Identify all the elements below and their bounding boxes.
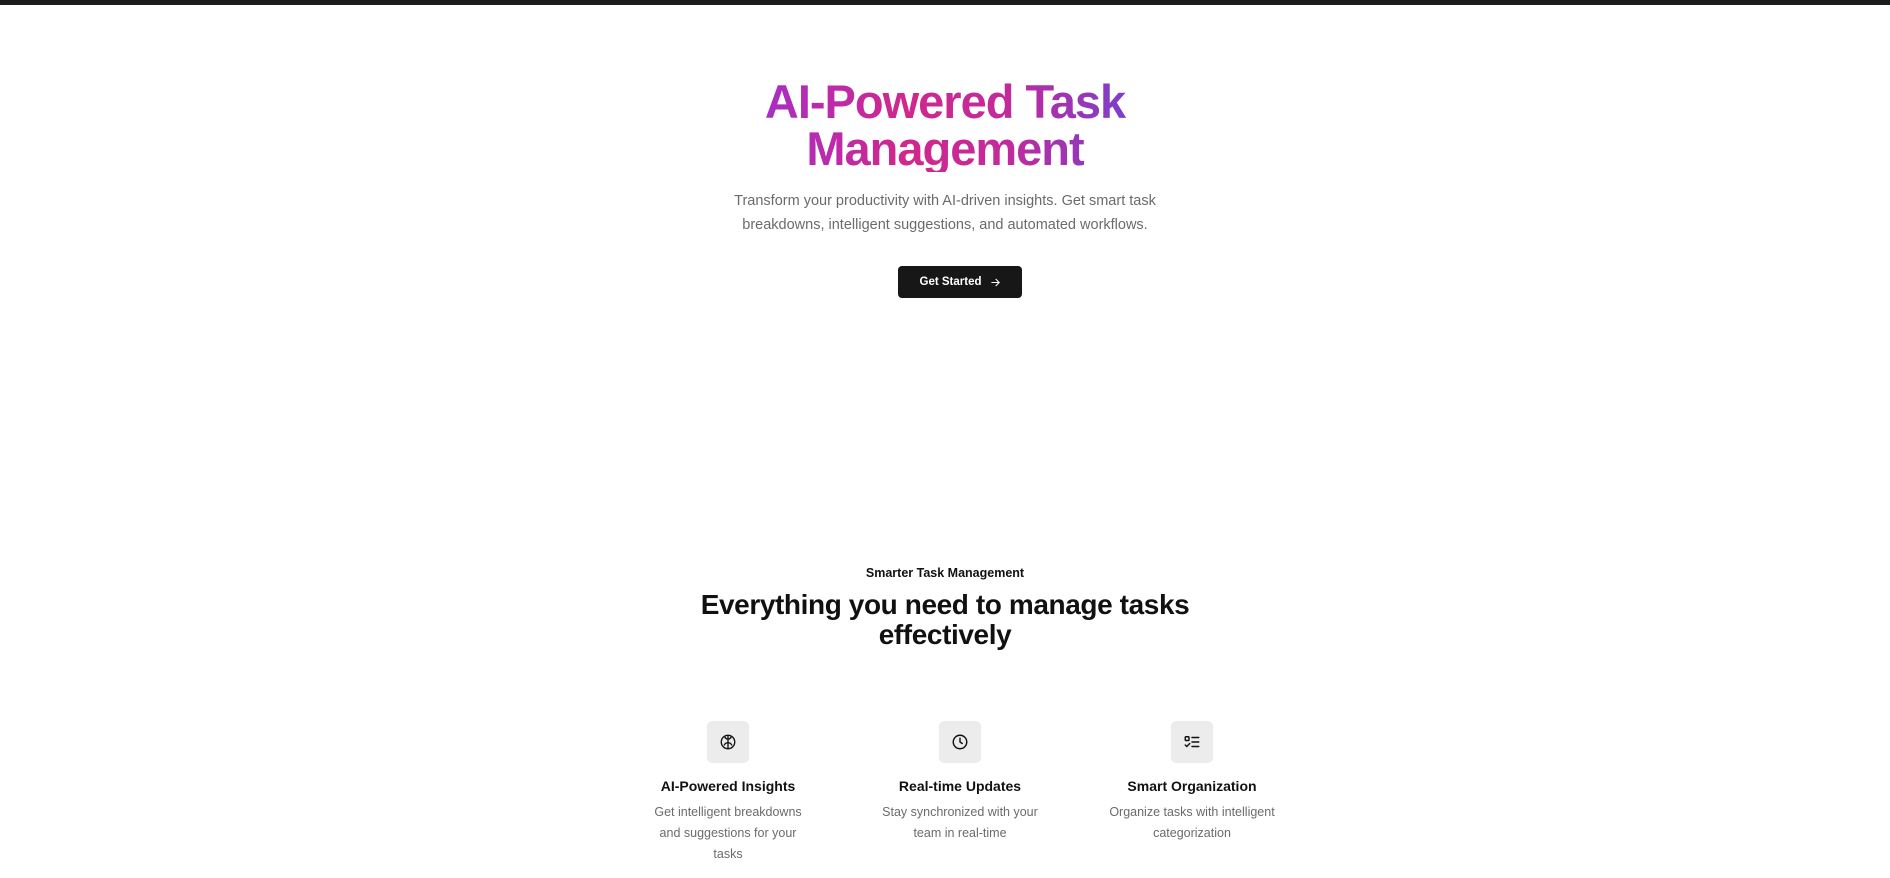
feature-title: Real-time Updates: [898, 778, 1022, 794]
feature-icon-box: [1171, 721, 1213, 763]
arrow-right-icon: [990, 278, 1000, 286]
feature-description: Organize tasks with intelligent categori…: [1109, 805, 1275, 840]
hero-title-text: AI-Powered Task Management: [735, 78, 1155, 172]
feature-description: Stay synchronized with your team in real…: [882, 805, 1038, 840]
feature-icon-box: [707, 721, 749, 763]
feature-description: Get intelligent breakdowns and suggestio…: [654, 805, 802, 861]
hero-title: AI-Powered Task Management: [0, 78, 1890, 172]
get-started-label: Get Started: [919, 276, 982, 288]
feature-card-realtime: Real-time Updates Stay synchronized with…: [860, 721, 1060, 844]
list-checks-icon: [1184, 736, 1200, 748]
section-title: Everything you need to manage tasks effe…: [700, 589, 1190, 650]
top-bar: [0, 0, 1890, 5]
feature-title: AI-Powered Insights: [660, 778, 796, 794]
feature-icon-box: [939, 721, 981, 763]
feature-card-ai-insights: AI-Powered Insights Get intelligent brea…: [628, 721, 828, 865]
feature-title: Smart Organization: [1127, 778, 1257, 794]
get-started-button[interactable]: Get Started: [898, 266, 1022, 298]
brain-icon: [720, 734, 736, 750]
clock-icon: [952, 734, 968, 750]
feature-card-organization: Smart Organization Organize tasks with i…: [1092, 721, 1292, 844]
section-eyebrow: Smarter Task Management: [865, 566, 1025, 580]
hero-subtitle: Transform your productivity with AI-driv…: [734, 193, 1156, 233]
